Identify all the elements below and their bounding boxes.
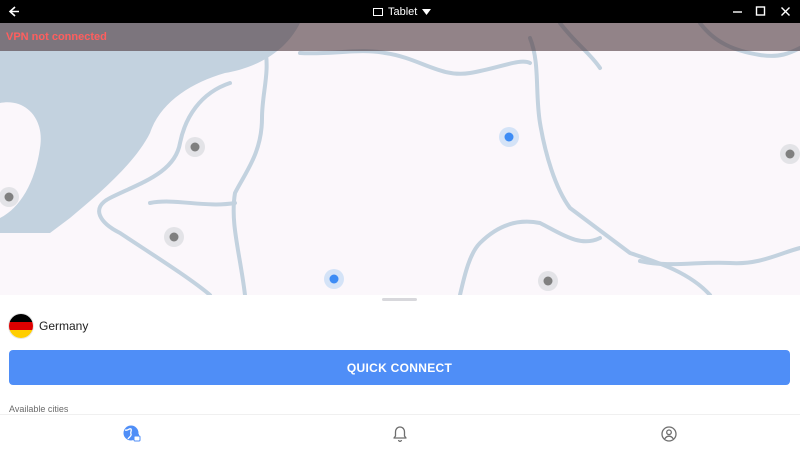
available-cities-label: Available cities	[9, 404, 69, 414]
map-pins	[0, 127, 800, 291]
minimize-button[interactable]	[727, 0, 749, 23]
window-mode-label: Tablet	[388, 5, 418, 18]
nav-profile-tab[interactable]	[639, 415, 699, 452]
maximize-icon	[755, 6, 766, 16]
server-pin[interactable]	[185, 137, 205, 157]
nav-notifications-tab[interactable]	[370, 415, 430, 452]
server-pin-active[interactable]	[499, 127, 519, 147]
server-map[interactable]	[0, 23, 800, 295]
globe-lock-icon	[123, 425, 141, 441]
server-pin[interactable]	[164, 227, 184, 247]
vpn-status-banner: VPN not connected	[0, 23, 800, 51]
quick-connect-button[interactable]: QUICK CONNECT	[9, 350, 790, 385]
close-icon	[781, 7, 790, 16]
nav-map-tab[interactable]	[102, 415, 162, 452]
back-button[interactable]	[2, 0, 24, 23]
profile-icon	[661, 425, 677, 442]
maximize-button[interactable]	[750, 0, 772, 23]
germany-flag-icon	[9, 314, 33, 338]
server-pin[interactable]	[780, 144, 800, 164]
minimize-icon	[733, 11, 742, 13]
vpn-status-text: VPN not connected	[6, 31, 107, 43]
server-pin[interactable]	[538, 271, 558, 291]
server-pin[interactable]	[0, 187, 19, 207]
selected-country[interactable]: Germany	[9, 314, 88, 338]
bell-icon	[393, 425, 407, 442]
window-titlebar: Tablet	[0, 0, 800, 23]
caret-down-icon	[422, 8, 432, 15]
server-pin-active[interactable]	[324, 269, 344, 289]
window-mode-selector[interactable]: Tablet	[373, 0, 432, 23]
back-arrow-icon	[8, 6, 19, 17]
close-button[interactable]	[775, 0, 797, 23]
country-name: Germany	[39, 319, 89, 333]
sheet-drag-handle[interactable]	[382, 298, 417, 301]
tablet-icon	[373, 7, 383, 16]
bottom-navigation	[0, 414, 800, 452]
